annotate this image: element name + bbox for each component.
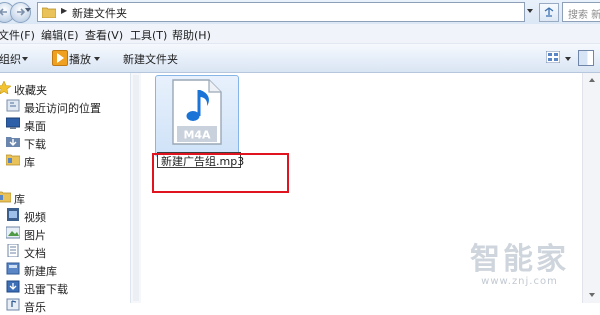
command-bar: 组织 播放 新建文件夹 [0, 44, 600, 73]
menu-view[interactable]: 查看(V) [85, 27, 123, 43]
file-list-area[interactable]: M4A 新建广告组.mp3 智能家 www.znj.com [141, 73, 581, 303]
organize-button[interactable]: 组织 [0, 51, 21, 67]
nav-item-new-library[interactable]: 新建库 [0, 260, 130, 278]
nav-item-pictures[interactable]: 图片 [0, 224, 130, 242]
change-view-icon[interactable] [546, 51, 560, 63]
downloads-folder-icon [6, 137, 20, 147]
watermark: 智能家 www.znj.com [470, 242, 569, 288]
nav-item-videos[interactable]: 视频 [0, 206, 130, 224]
watermark-text: 智能家 [470, 242, 569, 277]
nav-pane-scrollbar-thumb[interactable] [133, 75, 139, 301]
preview-pane-icon[interactable] [578, 50, 594, 66]
highlight-annotation [152, 153, 289, 193]
menu-help[interactable]: 帮助(H) [172, 27, 211, 43]
menu-tools[interactable]: 工具(T) [130, 27, 167, 43]
nav-item-label: 下载 [24, 138, 46, 151]
search-input[interactable]: 搜索 新建文件夹 [562, 2, 600, 22]
nav-item-music[interactable]: 音乐 [0, 296, 130, 314]
organize-chevron-icon [22, 57, 28, 61]
nav-item-xunlei-downloads[interactable]: 迅雷下载 [0, 278, 130, 296]
nav-item-documents[interactable]: 文档 [0, 242, 130, 260]
nav-item-label: 库 [24, 156, 35, 169]
nav-item-label: 文档 [24, 247, 46, 260]
desktop-icon [6, 117, 20, 129]
libraries-icon [0, 191, 11, 203]
vertical-scrollbar[interactable] [582, 73, 600, 303]
library-folder-icon [6, 154, 20, 166]
breadcrumb-separator-icon: ▶ [61, 6, 68, 15]
file-type-label: M4A [183, 129, 211, 142]
refresh-button[interactable] [539, 3, 559, 22]
nav-favorites-label: 收藏夹 [14, 84, 47, 97]
nav-item-label: 最近访问的位置 [24, 102, 101, 115]
recent-places-icon [6, 99, 20, 112]
back-arrow-icon [0, 8, 7, 16]
watermark-url: www.znj.com [481, 276, 558, 287]
navigation-pane: 收藏夹 最近访问的位置 桌面 下载 库 库 视频 图片 文档 新建库 迅雷下载 … [0, 73, 130, 314]
forward-button[interactable] [10, 2, 31, 23]
folder-icon [42, 7, 56, 18]
nav-item-label: 迅雷下载 [24, 283, 68, 296]
nav-item-library-shortcut[interactable]: 库 [0, 151, 130, 169]
nav-item-desktop[interactable]: 桌面 [0, 115, 130, 133]
videos-icon [7, 208, 19, 221]
refresh-icon [544, 7, 554, 17]
nav-libraries-header[interactable]: 库 [0, 188, 130, 206]
address-history-chevron-icon[interactable] [527, 9, 533, 13]
menu-edit[interactable]: 编辑(E) [41, 27, 79, 43]
nav-item-label: 视频 [24, 211, 46, 224]
play-button[interactable]: 播放 [69, 51, 91, 67]
scroll-up-icon[interactable] [589, 78, 595, 82]
play-icon [52, 50, 68, 66]
scroll-down-icon[interactable] [589, 293, 595, 297]
new-folder-button[interactable]: 新建文件夹 [123, 51, 178, 67]
nav-item-label: 图片 [24, 229, 46, 242]
address-bar-row: ▶ 新建文件夹 搜索 新建文件夹 [0, 0, 600, 24]
menu-file[interactable]: 文件(F) [0, 27, 35, 43]
documents-icon [7, 244, 19, 257]
star-icon [0, 81, 11, 94]
search-placeholder: 搜索 新建文件夹 [568, 10, 600, 21]
nav-item-recent-places[interactable]: 最近访问的位置 [0, 97, 130, 115]
address-box[interactable]: ▶ 新建文件夹 [37, 2, 533, 22]
new-library-icon [6, 262, 20, 275]
play-chevron-icon [94, 57, 100, 61]
audio-file-icon[interactable]: M4A [171, 78, 223, 146]
menu-bar: 文件(F) 编辑(E) 查看(V) 工具(T) 帮助(H) [0, 24, 600, 44]
nav-item-downloads[interactable]: 下载 [0, 133, 130, 151]
nav-item-label: 桌面 [24, 120, 46, 133]
view-chevron-icon[interactable] [565, 57, 571, 61]
xunlei-downloads-icon [6, 280, 20, 293]
music-icon [6, 298, 20, 311]
nav-pane-scrollbar[interactable] [130, 73, 141, 303]
nav-favorites-header[interactable]: 收藏夹 [0, 79, 130, 97]
nav-item-label: 音乐 [24, 301, 46, 314]
recent-pages-chevron-icon[interactable] [25, 8, 31, 12]
nav-libraries-label: 库 [14, 193, 25, 206]
nav-item-label: 新建库 [24, 265, 57, 278]
pictures-icon [6, 226, 20, 239]
breadcrumb-current[interactable]: 新建文件夹 [72, 5, 127, 21]
